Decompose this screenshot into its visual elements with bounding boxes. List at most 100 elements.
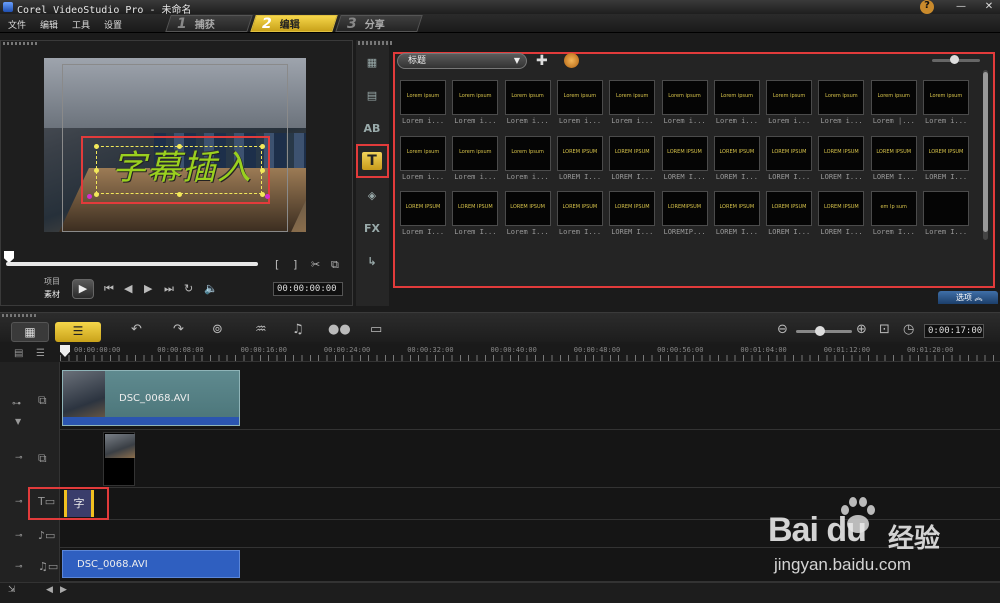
title-preset-thumbnail[interactable]: LOREM IPSUM (556, 191, 603, 226)
rotate-handle[interactable] (87, 194, 92, 199)
sound-mixer-icon[interactable]: ♒ (255, 322, 267, 337)
title-tool-icon[interactable]: T (362, 152, 382, 170)
lock-icon[interactable]: ⊸ (15, 497, 23, 507)
record-capture-icon[interactable]: ⊚ (212, 322, 223, 337)
title-preset-thumbnail[interactable]: Lorem ipsum (923, 80, 969, 115)
storyboard-view-button[interactable]: ▦ (11, 322, 49, 342)
instant-project-icon[interactable]: ▤ (362, 87, 382, 104)
scrubber-bar[interactable] (6, 262, 258, 266)
auto-music-icon[interactable]: ♫ (292, 322, 304, 337)
title-preset-thumbnail[interactable]: LOREM IPSUM (923, 135, 969, 171)
menu-edit[interactable]: 编辑 (40, 18, 58, 31)
transition-icon[interactable]: AB (362, 120, 382, 137)
lock-icon[interactable]: ⊸ (15, 531, 23, 541)
subtitle-editor-icon[interactable]: ▭ (370, 322, 382, 337)
title-preset-thumbnail[interactable]: Lorem ipsum (818, 80, 865, 115)
timecode-display[interactable]: 00:00:00:00 (273, 282, 343, 296)
online-content-icon[interactable] (564, 53, 579, 68)
title-preset-thumbnail[interactable] (923, 191, 969, 226)
title-preset-thumbnail[interactable]: LOREM IPSUM (609, 191, 656, 226)
title-preset-thumbnail[interactable]: LOREM IPSUM (766, 135, 813, 171)
library-category-dropdown[interactable]: 标题 ▼ (397, 53, 527, 69)
title-preset-thumbnail[interactable]: LOREM IPSUM (818, 135, 865, 171)
zoom-slider-knob[interactable] (815, 326, 825, 336)
options-button[interactable]: 选项 ︽ (938, 291, 998, 304)
track-manager-icon[interactable]: ▤ (14, 348, 23, 359)
timeline-view-button[interactable]: ☰ (55, 322, 101, 342)
title-preset-thumbnail[interactable]: Lorem ipsum (400, 80, 446, 115)
title-preset-thumbnail[interactable]: em Ip sum (870, 191, 917, 226)
mode-project-label[interactable]: 项目 (44, 276, 60, 287)
media-icon[interactable]: ▦ (362, 54, 382, 71)
split-clip-icon[interactable]: ✂ (311, 258, 320, 272)
library-scroll-thumb[interactable] (983, 72, 988, 232)
lock-icon[interactable]: ⊸ (15, 453, 23, 463)
title-preset-thumbnail[interactable]: Lorem ipsum (556, 80, 603, 115)
title-preset-thumbnail[interactable]: LOREM IPSUM (870, 135, 917, 171)
tab-share[interactable]: 3 分享 (335, 15, 423, 32)
previous-frame-icon[interactable]: ◀ (124, 282, 132, 296)
tab-capture[interactable]: 1 捕获 (165, 15, 253, 32)
volume-icon[interactable]: 🔈 (204, 282, 218, 296)
title-preset-thumbnail[interactable]: LOREM IPSUM (504, 191, 551, 226)
thumbnail-size-knob[interactable] (950, 55, 959, 64)
caption-text[interactable]: 字幕插入 (97, 143, 267, 193)
title-preset-thumbnail[interactable]: Lorem ipsum (452, 80, 499, 115)
track-expand-icon[interactable]: ▼ (15, 417, 21, 426)
title-preset-thumbnail[interactable]: LOREM IPSUM (713, 135, 760, 171)
graphic-icon[interactable]: ◈ (362, 187, 382, 204)
motion-track-icon[interactable]: ●● (328, 322, 351, 337)
add-to-favorites-icon[interactable]: ✚ (536, 53, 548, 69)
filter-fx-icon[interactable]: FX (362, 220, 382, 237)
menu-file[interactable]: 文件 (8, 18, 26, 31)
title-preset-thumbnail[interactable]: LOREM IPSUM (766, 191, 813, 226)
title-preset-thumbnail[interactable]: Lorem ipsum (400, 135, 446, 171)
mark-out-icon[interactable]: ] (293, 258, 297, 272)
mark-in-icon[interactable]: [ (275, 258, 279, 272)
scroll-left-icon[interactable]: ◀ (46, 585, 53, 595)
lock-icon[interactable]: ⊸ (15, 562, 23, 572)
title-preset-thumbnail[interactable]: LOREM IPSUM (661, 135, 708, 171)
music-clip[interactable]: DSC_0068.AVI (62, 550, 240, 578)
title-preset-thumbnail[interactable]: Lorem ipsum (713, 80, 760, 115)
title-preset-thumbnail[interactable]: LOREMIPSUM (661, 191, 708, 226)
title-clip[interactable]: 字 (64, 490, 94, 517)
path-icon[interactable]: ↳ (362, 253, 382, 270)
panel-grip[interactable] (3, 42, 39, 45)
tab-edit[interactable]: 2 编辑 (250, 15, 338, 32)
menu-tools[interactable]: 工具 (72, 18, 90, 31)
title-preset-thumbnail[interactable]: Lorem ipsum (870, 80, 917, 115)
menu-settings[interactable]: 设置 (104, 18, 122, 31)
title-preset-thumbnail[interactable]: LOREM IPSUM (400, 191, 446, 226)
timeline-scrollbar[interactable]: ⇲ ◀ ▶ (0, 582, 1000, 603)
zoom-in-icon[interactable]: ⊕ (856, 322, 867, 337)
mode-clip-label[interactable]: 素材 (44, 289, 60, 300)
overlay-track[interactable] (60, 430, 1000, 488)
title-preset-thumbnail[interactable]: Lorem ipsum (609, 80, 656, 115)
title-preset-thumbnail[interactable]: LOREM IPSUM (556, 135, 603, 171)
video-clip[interactable]: DSC_0068.AVI (62, 370, 240, 426)
redo-icon[interactable]: ↷ (173, 322, 184, 337)
repeat-icon[interactable]: ↻ (184, 282, 193, 296)
chapter-point-icon[interactable]: ☰ (36, 348, 45, 359)
panel-grip[interactable] (2, 314, 38, 317)
panel-grip[interactable] (358, 42, 394, 45)
end-icon[interactable]: ⏭ (164, 282, 174, 296)
minimize-button[interactable]: — (954, 1, 968, 13)
title-preset-thumbnail[interactable]: Lorem ipsum (504, 80, 551, 115)
play-button[interactable]: ▶ (72, 279, 94, 299)
home-icon[interactable]: ⏮ (104, 282, 114, 296)
title-preset-thumbnail[interactable]: LOREM IPSUM (818, 191, 865, 226)
rotate-handle[interactable] (265, 194, 270, 199)
scroll-right-icon[interactable]: ▶ (60, 585, 67, 595)
fit-project-icon[interactable]: ⊡ (879, 322, 890, 337)
title-preset-thumbnail[interactable]: Lorem ipsum (452, 135, 499, 171)
enlarge-preview-icon[interactable]: ⧉ (331, 258, 339, 272)
close-button[interactable]: ✕ (982, 1, 996, 13)
undo-icon[interactable]: ↶ (131, 322, 142, 337)
help-button[interactable]: ? (920, 0, 934, 14)
title-preset-thumbnail[interactable]: Lorem ipsum (661, 80, 708, 115)
title-preset-thumbnail[interactable]: Lorem Ipsum (504, 135, 551, 171)
track-scroll-icon[interactable]: ⇲ (8, 585, 16, 595)
ripple-edit-icon[interactable]: ⊶ (12, 399, 21, 409)
